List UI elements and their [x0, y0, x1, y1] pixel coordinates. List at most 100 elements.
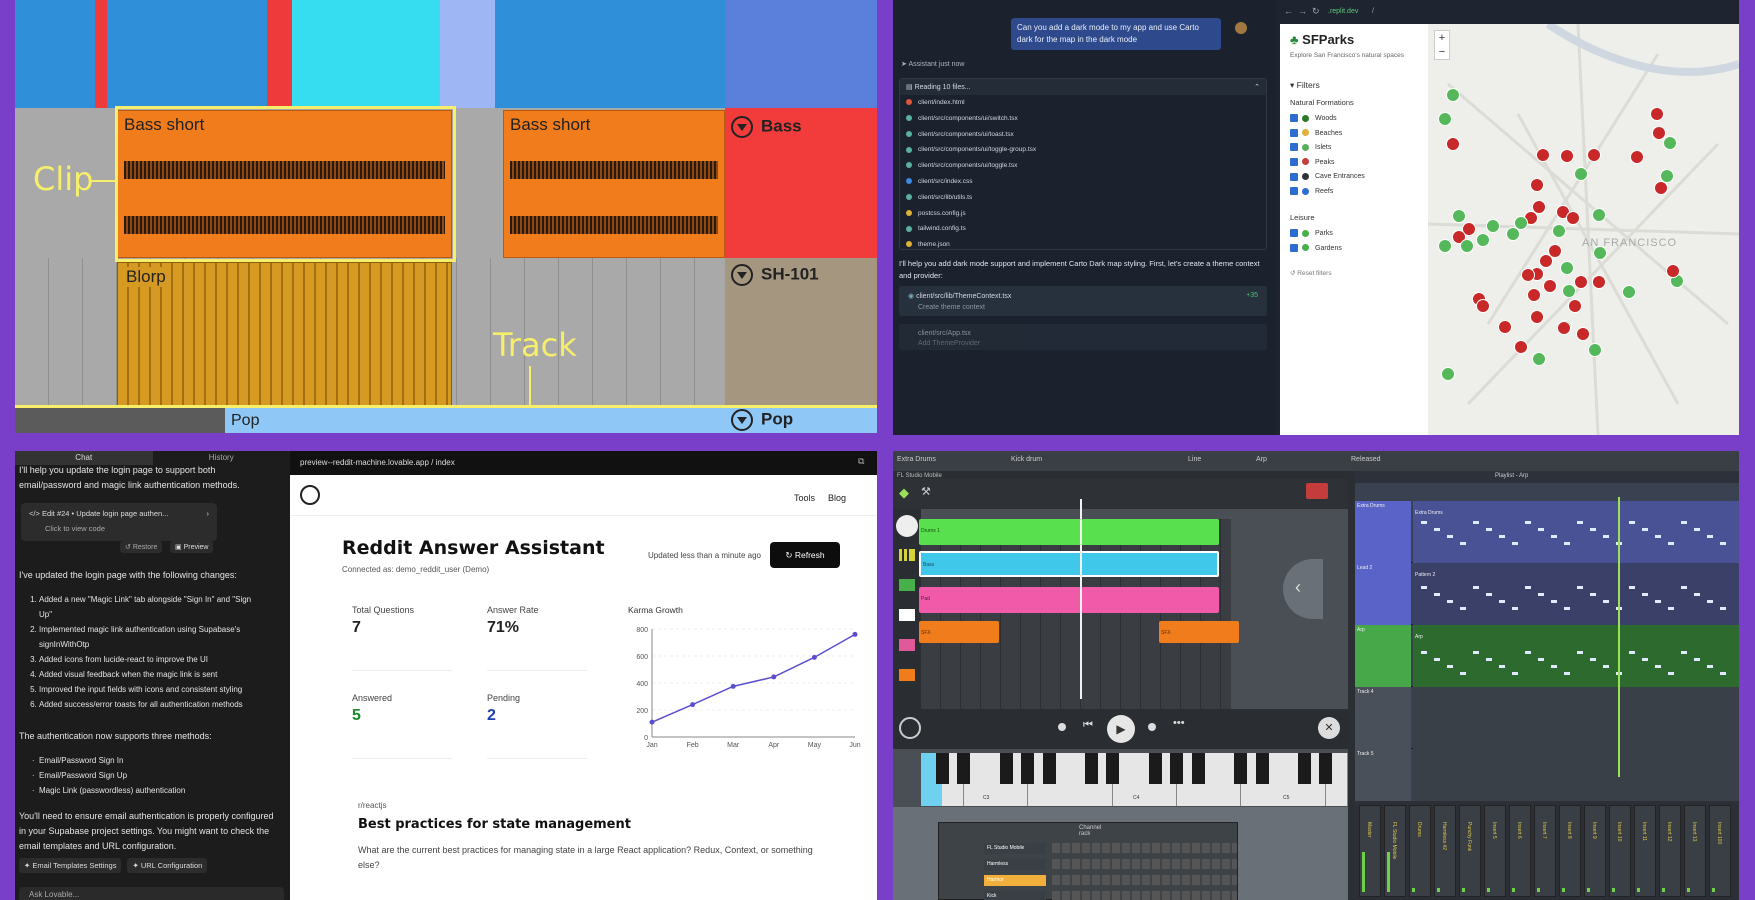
- playlist-track[interactable]: Extra Drums Extra Drums: [1355, 501, 1739, 563]
- mixer-icon[interactable]: [899, 549, 915, 561]
- channel-row[interactable]: Kick: [984, 889, 1237, 900]
- step-seq-icon[interactable]: [899, 579, 915, 591]
- file-item[interactable]: client/src/components/ui/toggle.tsx: [900, 158, 1266, 174]
- url-host[interactable]: .replit.dev: [1328, 8, 1358, 15]
- checkbox-icon[interactable]: [1290, 128, 1298, 137]
- black-key[interactable]: [1255, 753, 1269, 784]
- park-marker[interactable]: [1532, 352, 1546, 366]
- checkbox-icon[interactable]: [1290, 157, 1298, 166]
- mixer-strip[interactable]: FL Studio Mobile: [1384, 805, 1406, 897]
- chat-input[interactable]: Ask Lovable...: [19, 887, 284, 900]
- fold-icon[interactable]: [731, 264, 753, 286]
- data-point[interactable]: [811, 654, 817, 660]
- mixer-strip[interactable]: Insert 100: [1709, 805, 1731, 897]
- mixer-strip[interactable]: Insert 5: [1484, 805, 1506, 897]
- map-view[interactable]: AN FRANCISCO + −: [1428, 24, 1739, 435]
- pattern-pad[interactable]: Pad: [919, 587, 1219, 613]
- peak-marker[interactable]: [1666, 264, 1680, 278]
- metronome-icon[interactable]: [896, 515, 918, 537]
- park-marker[interactable]: [1592, 208, 1606, 222]
- restore-button[interactable]: ↺ Restore: [120, 541, 163, 553]
- file-item[interactable]: client/src/components/ui/toggle-group.ts…: [900, 142, 1266, 158]
- refresh-button[interactable]: ↻ Refresh: [770, 542, 840, 568]
- peak-marker[interactable]: [1446, 137, 1460, 151]
- step-sequence[interactable]: [1052, 859, 1237, 869]
- park-marker[interactable]: [1593, 246, 1607, 260]
- mixer-strip[interactable]: Drums: [1409, 805, 1431, 897]
- black-key[interactable]: [1085, 753, 1099, 784]
- checkbox-icon[interactable]: [1290, 187, 1298, 196]
- mixer-strip[interactable]: Master: [1359, 805, 1381, 897]
- channel-button[interactable]: Kick: [984, 890, 1046, 900]
- track-header-blue[interactable]: [725, 0, 877, 108]
- park-marker[interactable]: [1438, 239, 1452, 253]
- checkbox-icon[interactable]: [1290, 143, 1298, 152]
- open-external-icon[interactable]: ⧉: [858, 456, 864, 467]
- peak-marker[interactable]: [1539, 254, 1553, 268]
- park-marker[interactable]: [1452, 209, 1466, 223]
- fold-icon[interactable]: [731, 116, 753, 138]
- file-item[interactable]: client/index.html: [900, 95, 1266, 111]
- edit-card-app[interactable]: client/src/App.tsx Add ThemeProvider: [899, 324, 1267, 350]
- filter-checkbox[interactable]: Cave Entrances: [1280, 170, 1428, 185]
- filter-checkbox[interactable]: Beaches: [1280, 127, 1428, 142]
- mixer-strip[interactable]: Harmless #2: [1434, 805, 1456, 897]
- mixer-strip[interactable]: Insert 10: [1609, 805, 1631, 897]
- clip-strip-red[interactable]: [95, 0, 107, 108]
- file-item[interactable]: theme.json: [900, 237, 1266, 253]
- mixer-strip[interactable]: Insert 13: [1684, 805, 1706, 897]
- peak-marker[interactable]: [1476, 299, 1490, 313]
- checkbox-icon[interactable]: [1290, 243, 1298, 252]
- black-key[interactable]: [1149, 753, 1162, 784]
- track-header[interactable]: Arp: [1355, 625, 1411, 687]
- nav-tools[interactable]: Tools: [794, 493, 815, 503]
- peak-marker[interactable]: [1592, 275, 1606, 289]
- black-key[interactable]: [1106, 753, 1120, 784]
- data-point[interactable]: [852, 631, 858, 637]
- peak-marker[interactable]: [1536, 148, 1550, 162]
- park-marker[interactable]: [1663, 136, 1677, 150]
- park-marker[interactable]: [1560, 261, 1574, 275]
- app-logo-icon[interactable]: ◆: [899, 485, 909, 501]
- pattern-bass[interactable]: Bass: [919, 551, 1219, 577]
- mixer-strip[interactable]: Insert 12: [1659, 805, 1681, 897]
- edit-card-theme-context[interactable]: ◉ client/src/lib/ThemeContext.tsx +35 Cr…: [899, 286, 1267, 316]
- file-item[interactable]: client/src/index.css: [900, 174, 1266, 190]
- mixer-strip[interactable]: Insert 6: [1509, 805, 1531, 897]
- file-item[interactable]: postcss.config.js: [900, 206, 1266, 222]
- park-marker[interactable]: [1574, 167, 1588, 181]
- park-marker[interactable]: [1562, 284, 1576, 298]
- channel-button[interactable]: Harmless: [984, 858, 1046, 870]
- channel-row[interactable]: FL Studio Mobile: [984, 841, 1237, 855]
- pattern-sfx[interactable]: SFX: [1159, 621, 1239, 643]
- black-key[interactable]: [1191, 753, 1205, 784]
- drum-icon[interactable]: [899, 639, 915, 651]
- data-point[interactable]: [690, 702, 696, 708]
- playlist-track[interactable]: Arp Arp: [1355, 625, 1739, 687]
- play-button[interactable]: ▶: [1107, 715, 1135, 743]
- black-key[interactable]: [1042, 753, 1056, 784]
- filter-checkbox[interactable]: Reefs: [1280, 185, 1428, 200]
- peak-marker[interactable]: [1527, 288, 1541, 302]
- close-icon[interactable]: ✕: [1318, 717, 1340, 739]
- file-item[interactable]: client/src/components/ui/switch.tsx: [900, 111, 1266, 127]
- edit-card[interactable]: </> Edit #24 • Update login page authen.…: [21, 503, 217, 541]
- black-key[interactable]: [936, 753, 949, 784]
- black-key[interactable]: [1319, 753, 1333, 784]
- filter-checkbox[interactable]: Parks: [1280, 227, 1428, 242]
- chip-email-templates[interactable]: ✦ Email Templates Settings: [19, 858, 122, 873]
- files-header[interactable]: ▤ Reading 10 files... ⌃: [900, 79, 1266, 95]
- data-point[interactable]: [730, 683, 736, 689]
- clip-bass-short-2[interactable]: Bass short: [503, 110, 725, 258]
- peak-marker[interactable]: [1514, 340, 1528, 354]
- step-sequence[interactable]: [1052, 891, 1237, 900]
- park-marker[interactable]: [1438, 112, 1452, 126]
- track-header[interactable]: Extra Drums: [1355, 501, 1411, 563]
- checkbox-icon[interactable]: [1290, 114, 1298, 123]
- peak-marker[interactable]: [1530, 178, 1544, 192]
- peak-marker[interactable]: [1574, 275, 1588, 289]
- park-marker[interactable]: [1486, 219, 1500, 233]
- peak-marker[interactable]: [1630, 150, 1644, 164]
- record-button[interactable]: [1306, 483, 1328, 499]
- audio-icon[interactable]: [899, 669, 915, 681]
